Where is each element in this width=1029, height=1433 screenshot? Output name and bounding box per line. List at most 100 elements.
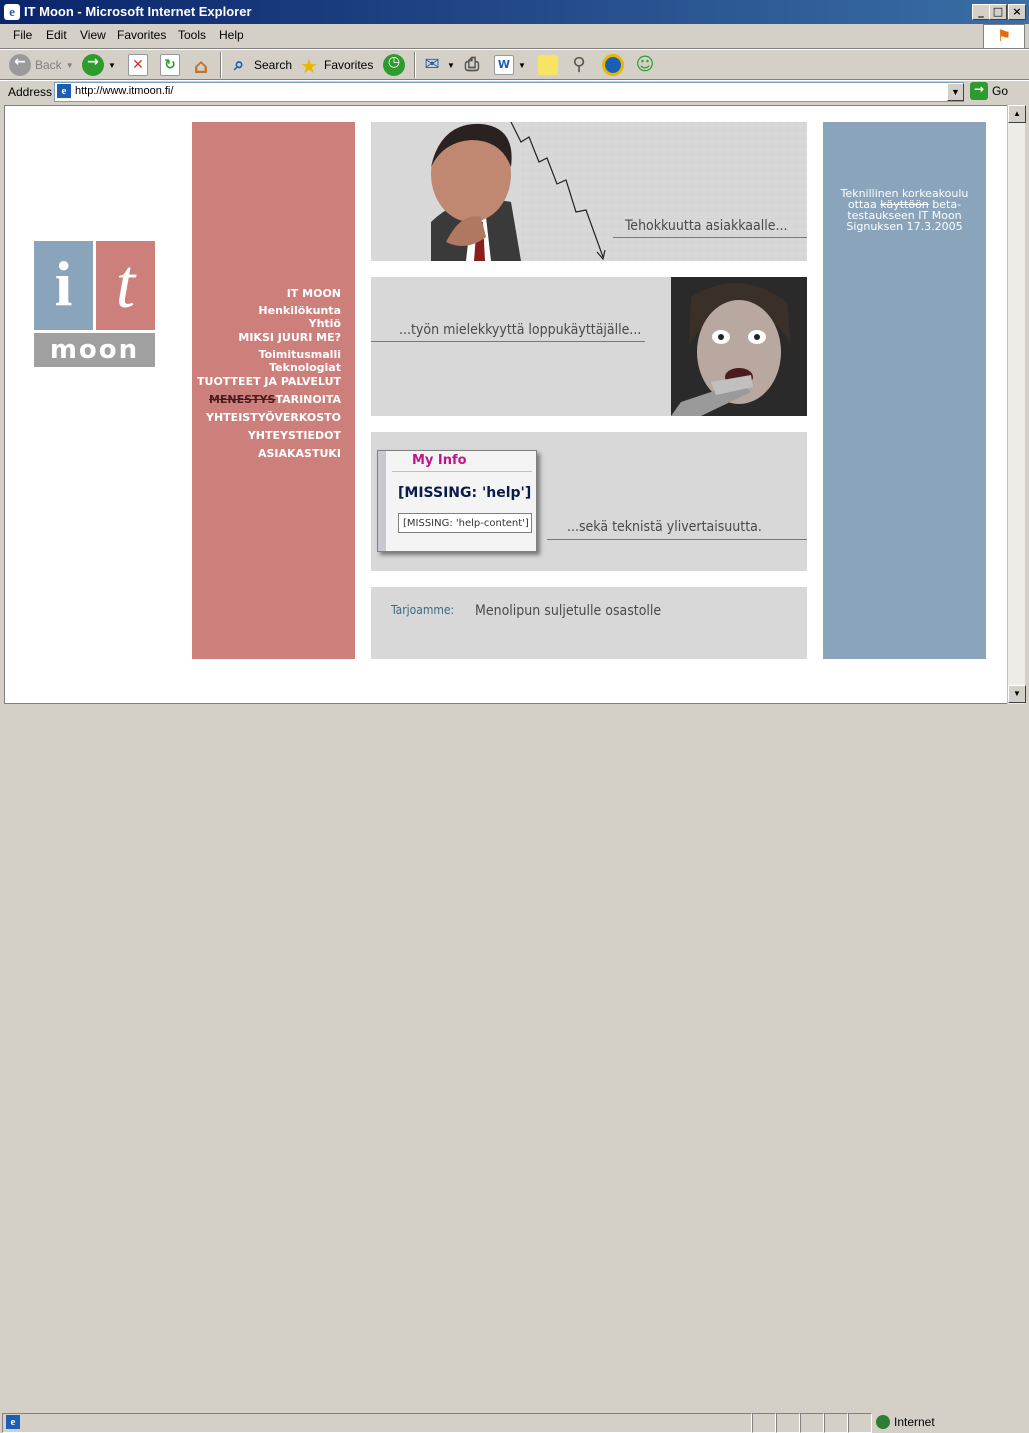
vertical-scrollbar[interactable]: ▲ ▼	[1007, 105, 1026, 704]
tagline-1: Tehokkuutta asiakkaalle...	[625, 218, 788, 234]
page-icon: e	[57, 84, 71, 98]
red-rule	[613, 237, 807, 238]
menu-tools[interactable]: Tools	[178, 28, 206, 42]
banner-tehokkuutta: Tehokkuutta asiakkaalle...	[371, 122, 807, 261]
struck-text: MENESTYS	[208, 393, 276, 406]
page-icon: e	[6, 1415, 20, 1429]
status-cell	[752, 1413, 776, 1433]
menu-edit[interactable]: Edit	[46, 28, 67, 42]
stop-button[interactable]: ✕	[128, 51, 148, 79]
nav-yhteistyoverkosto[interactable]: YHTEISTYÖVERKOSTO	[206, 411, 341, 424]
address-input[interactable]: e http://www.itmoon.fi/	[54, 82, 964, 102]
go-arrow-icon: →	[970, 82, 988, 100]
messenger-button[interactable]: ☺	[634, 51, 656, 79]
menu-file[interactable]: File	[13, 28, 32, 42]
chevron-down-icon: ▼	[518, 60, 526, 70]
messenger-icon: ☺	[635, 54, 655, 75]
nav-tuotteet-ja-palvelut[interactable]: TUOTTEET JA PALVELUT	[197, 375, 341, 388]
status-cell	[776, 1413, 800, 1433]
home-icon: ⌂	[193, 54, 209, 78]
scroll-down-button[interactable]: ▼	[1008, 685, 1026, 703]
address-label: Address	[8, 85, 53, 99]
chevron-down-icon: ▼	[447, 60, 455, 70]
home-button[interactable]: ⌂	[190, 51, 212, 79]
banner-teknista-ylivertaisuutta: My Info [MISSING: 'help'] [MISSING: 'hel…	[371, 432, 807, 571]
research-icon: ⚲	[572, 54, 586, 75]
nav-asiakastuki[interactable]: ASIAKASTUKI	[258, 447, 341, 460]
divider	[0, 48, 1029, 50]
favorites-button[interactable]: ★ Favorites	[298, 51, 373, 79]
nav-teknologiat[interactable]: Teknologiat	[269, 361, 341, 374]
security-zone: Internet	[873, 1413, 1005, 1431]
nav-menestystarinoita[interactable]: MENESTYSTARINOITA	[209, 393, 341, 406]
discuss-button[interactable]	[538, 51, 558, 79]
forward-arrow-icon: →	[82, 54, 104, 76]
toolbar-separator	[220, 52, 222, 78]
nav-toimitusmalli[interactable]: Toimitusmalli	[259, 348, 341, 361]
divider	[392, 471, 532, 472]
my-info-help: [MISSING: 'help']	[398, 485, 532, 501]
minimize-button[interactable]: _	[972, 4, 990, 20]
go-label: Go	[992, 84, 1009, 98]
screaming-man-photo	[671, 277, 807, 416]
page-viewport: i t moon IT MOON Henkilökunta Yhtiö MIKS…	[4, 105, 1009, 704]
zone-label: Internet	[894, 1415, 935, 1429]
edit-button[interactable]: W ▼	[494, 51, 526, 79]
printer-icon: ⎙	[464, 54, 480, 75]
menu-favorites[interactable]: Favorites	[117, 28, 166, 42]
nav-it-moon[interactable]: IT MOON	[287, 287, 341, 300]
mail-button[interactable]: ✉ ▼	[421, 51, 455, 79]
scroll-up-button[interactable]: ▲	[1008, 105, 1026, 123]
research-button[interactable]: ⚲	[568, 51, 590, 79]
menu-bar: File Edit View Favorites Tools Help	[0, 25, 1029, 47]
nav-miksi-juuri-me[interactable]: MIKSI JUURI ME?	[238, 331, 341, 344]
maximize-button[interactable]: □	[989, 4, 1007, 20]
news-line: Signuksen 17.3.2005	[846, 220, 963, 233]
windows-logo-icon: ⚑	[983, 24, 1025, 50]
chevron-down-icon: ▼	[108, 60, 116, 70]
history-button[interactable]: ◷	[383, 51, 405, 79]
nav-yhteystiedot[interactable]: YHTEYSTIEDOT	[248, 429, 341, 442]
refresh-icon: ↻	[160, 54, 180, 76]
tagline-3: ...sekä teknistä ylivertaisuutta.	[567, 519, 762, 535]
my-info-help-content: [MISSING: 'help-content']	[398, 513, 532, 533]
address-url: http://www.itmoon.fi/	[75, 85, 174, 97]
address-dropdown-button[interactable]: ▼	[947, 83, 964, 101]
divider	[0, 79, 1029, 81]
go-button[interactable]: → Go	[970, 82, 1008, 100]
banner-tarjoamme: Tarjoamme: Menolipun suljetulle osastoll…	[371, 587, 807, 659]
chevron-down-icon: ▼	[65, 60, 74, 70]
status-cell	[800, 1413, 824, 1433]
menu-view[interactable]: View	[80, 28, 106, 42]
title-bar: e IT Moon - Microsoft Internet Explorer …	[0, 0, 1029, 24]
status-cell	[848, 1413, 872, 1433]
window-title: IT Moon - Microsoft Internet Explorer	[24, 4, 252, 19]
nav-yhtio[interactable]: Yhtiö	[309, 317, 341, 330]
tagline-2: ...työn mielekkyyttä loppukäyttäjälle...	[399, 322, 642, 338]
back-button[interactable]: ← Back ▼	[9, 51, 74, 79]
logo-t-tile: t	[96, 241, 155, 330]
refresh-button[interactable]: ↻	[160, 51, 180, 79]
news-item[interactable]: Teknillinen korkeakoulu ottaa käyttöön b…	[831, 188, 978, 232]
widget-edge	[378, 451, 386, 551]
favorites-label: Favorites	[324, 58, 374, 72]
my-info-title: My Info	[412, 453, 467, 468]
stop-icon: ✕	[128, 54, 148, 76]
back-label: Back	[35, 58, 62, 72]
nav-henkilokunta[interactable]: Henkilökunta	[258, 304, 341, 317]
print-button[interactable]: ⎙	[461, 51, 483, 79]
status-text-cell: e	[2, 1413, 752, 1433]
logo-i-tile: i	[34, 241, 93, 330]
menu-help[interactable]: Help	[219, 28, 244, 42]
mail-icon: ✉	[424, 54, 440, 75]
search-button[interactable]: ⌕ Search	[228, 51, 292, 79]
toolbar-separator	[414, 52, 416, 78]
forward-button[interactable]: → ▼	[82, 51, 116, 79]
media-button[interactable]	[602, 51, 624, 79]
word-icon: W	[494, 55, 514, 75]
red-rule	[547, 539, 807, 540]
ie-icon: e	[4, 4, 20, 20]
close-button[interactable]: ×	[1008, 4, 1026, 20]
tarjoamme-label: Tarjoamme:	[391, 603, 455, 617]
search-label: Search	[254, 58, 293, 72]
